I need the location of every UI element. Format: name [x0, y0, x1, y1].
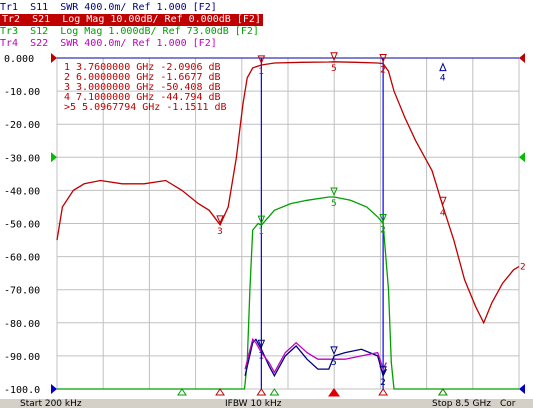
stimulus-marker: [437, 388, 448, 396]
stimulus-marker: [177, 388, 187, 396]
chart-area[interactable]: 0.000 -10.00 -20.00 -30.00 -40.00 -50.00 -60.0…: [0, 0, 533, 399]
ref-arrow-left-swr: [51, 384, 57, 394]
start-frequency[interactable]: Start 200 kHz: [20, 399, 82, 408]
y-tick-label: -100.0: [4, 385, 40, 396]
marker-label: 5: [331, 64, 337, 74]
marker-label: 1: [258, 67, 264, 77]
y-tick-label: -80.00: [4, 319, 40, 330]
y-tick-label: -20.00: [4, 120, 40, 131]
marker-label: 5: [331, 358, 337, 368]
marker-label: 2: [380, 66, 386, 76]
marker-label: 1: [258, 351, 264, 361]
y-tick-label: -10.00: [4, 87, 40, 98]
stop-frequency[interactable]: Stop 8.5 GHz: [432, 399, 491, 408]
y-tick-label: -60.00: [4, 253, 40, 264]
marker-label: 4: [440, 208, 446, 218]
marker-label: 5: [331, 199, 337, 209]
ref-arrow-left-s21: [51, 53, 57, 63]
y-tick-label: -30.00: [4, 153, 40, 164]
ref-arrow-right-s12: [519, 152, 525, 163]
y-tick-label: 0.000: [4, 54, 34, 65]
y-tick-label: -70.00: [4, 286, 40, 297]
ifbw-readout[interactable]: IFBW 10 kHz: [225, 399, 281, 408]
ref-arrow-right-s21: [519, 53, 525, 63]
marker-label: 2: [380, 378, 386, 388]
vna-screen: Tr1 S11 SWR 400.0m/ Ref 1.000 [F2] Tr2 S…: [0, 0, 533, 408]
stimulus-marker: [269, 388, 280, 396]
stimulus-marker: [256, 388, 267, 396]
ref-arrow-left-s12: [51, 152, 57, 163]
ref-arrow-right-swr: [519, 384, 525, 394]
y-tick-label: -50.00: [4, 220, 40, 231]
marker-label: 1: [258, 227, 264, 237]
status-bar: Start 200 kHz IFBW 10 kHz Stop 8.5 GHz C…: [0, 399, 533, 408]
correction-indicator: Cor: [500, 399, 516, 408]
marker-readout-row: >5 5.0967794 GHz -1.1511 dB: [64, 102, 227, 113]
active-stimulus-marker: [328, 388, 340, 397]
stimulus-marker: [215, 388, 225, 396]
marker-label: 2: [380, 226, 386, 236]
marker-label: 3: [217, 227, 223, 237]
marker-label: 4: [440, 74, 446, 84]
stimulus-marker: [378, 388, 389, 396]
y-tick-label: -90.00: [4, 352, 40, 363]
trace-end-label: 2: [520, 263, 526, 273]
y-tick-label: -40.00: [4, 186, 40, 197]
